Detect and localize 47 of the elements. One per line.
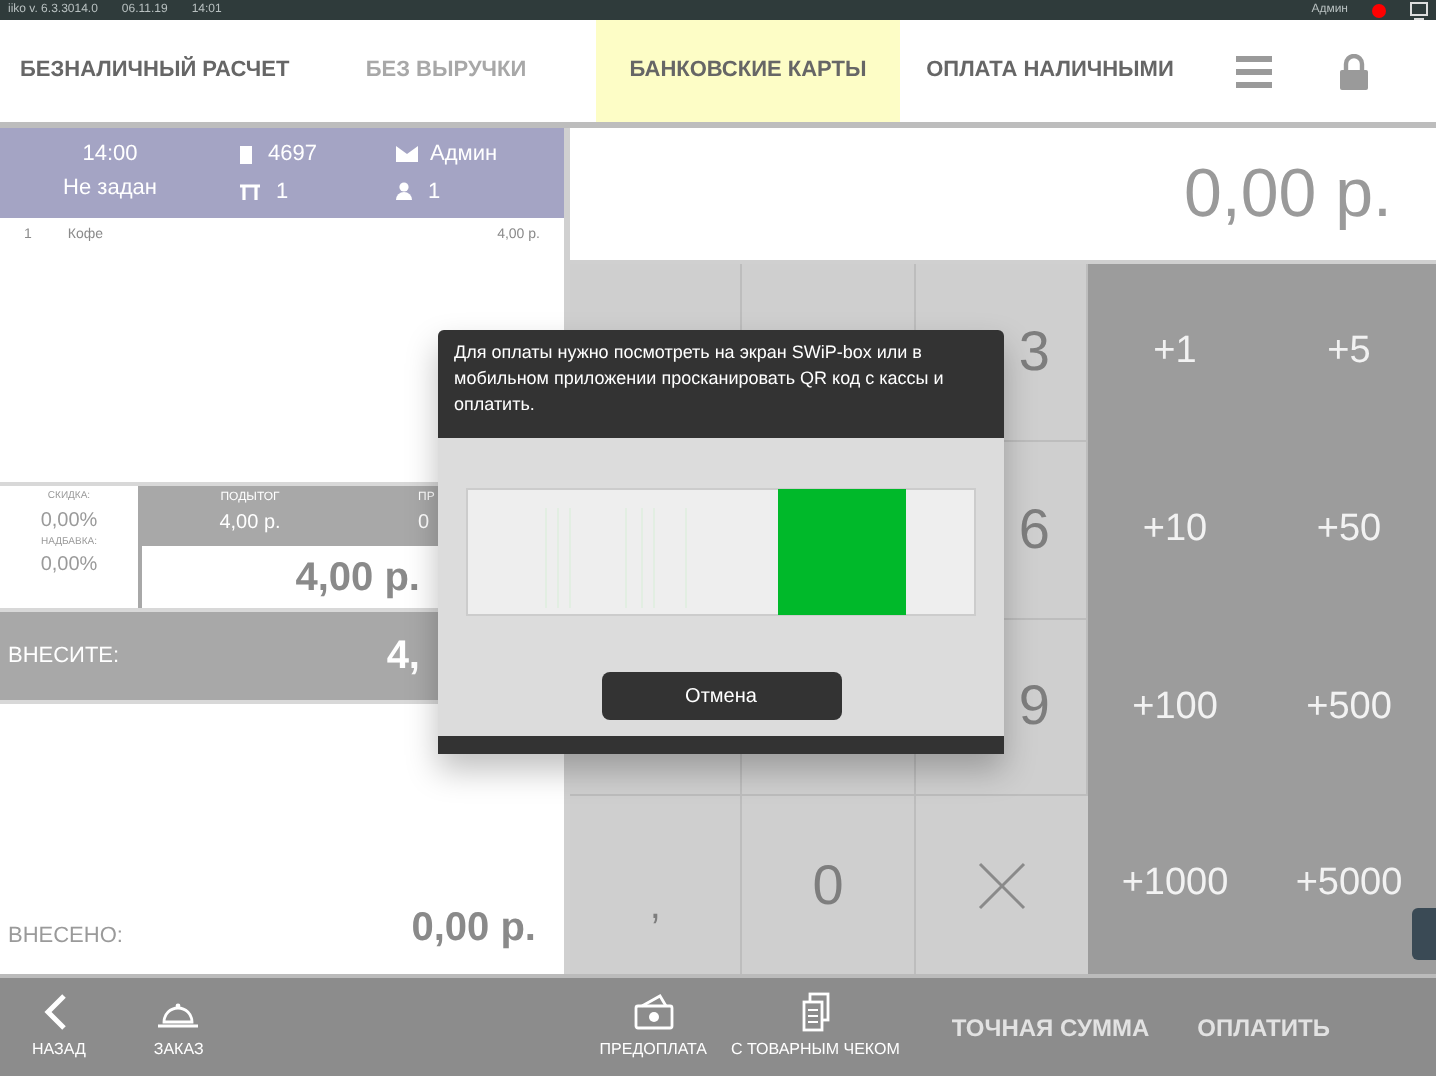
- quick-amount-key[interactable]: +5: [1327, 324, 1371, 382]
- digit-key[interactable]: 6: [1018, 487, 1050, 572]
- dialog-message: Для оплаты нужно посмотреть на экран SWiP-box или в мобильном приложении просканировать QR код с кассы и оплатить.: [454, 340, 946, 418]
- table-icon: [240, 183, 260, 200]
- client-name: Не задан: [63, 173, 157, 203]
- payment-tab[interactable]: БАНКОВСКИЕ КАРТЫ: [596, 20, 900, 122]
- clear-icon[interactable]: [977, 861, 1026, 910]
- quick-amount-key[interactable]: +1000: [1121, 856, 1229, 914]
- table-number: 1: [276, 177, 289, 207]
- digit-key[interactable]: 3: [1018, 309, 1050, 394]
- payment-tab[interactable]: БЕЗНАЛИЧНЫЙ РАСЧЕТ: [0, 20, 296, 122]
- digit-key[interactable]: 9: [1018, 664, 1050, 749]
- order-time: 14:00: [82, 140, 138, 170]
- column-3-value: 0: [418, 510, 432, 538]
- receipt-icon: [240, 145, 252, 164]
- amount-due-label: ВНЕСИТЕ:: [8, 641, 120, 672]
- quick-amount-key[interactable]: +100: [1132, 679, 1218, 737]
- person-icon: [396, 182, 412, 201]
- payment-tab[interactable]: ОПЛАТА НАЛИЧНЫМИ: [900, 20, 1200, 122]
- lock-icon[interactable]: [1338, 53, 1370, 89]
- subtotal-value: 4,00 р.: [219, 510, 281, 538]
- surcharge-value: 0,00%: [40, 552, 98, 580]
- total-value: 4,00 р.: [295, 553, 420, 603]
- guest-count: 1: [428, 177, 441, 207]
- toolbar-button[interactable]: С ТОВАРНЫМ ЧЕКОМ: [731, 992, 900, 1062]
- digit-key[interactable]: ,: [649, 875, 661, 936]
- discount-value: 0,00%: [40, 507, 98, 535]
- quick-amount-key[interactable]: +1: [1153, 324, 1197, 382]
- digit-key[interactable]: 0: [812, 843, 844, 928]
- money-icon: [631, 992, 676, 1032]
- paid-label: ВНЕСЕНО:: [8, 921, 123, 951]
- waiter-icon: [396, 146, 418, 163]
- amount-display-value: 0,00 р.: [1184, 153, 1392, 235]
- paid-value: 0,00 р.: [411, 904, 536, 954]
- waiter-name: Админ: [430, 140, 498, 170]
- menu-icon[interactable]: [1236, 53, 1272, 89]
- quick-amount-key[interactable]: +50: [1316, 501, 1382, 559]
- amount-due-value: 4,: [386, 632, 420, 682]
- quick-amount-key[interactable]: +5000: [1295, 856, 1403, 914]
- toolbar-button[interactable]: ЗАКАЗ: [153, 992, 204, 1062]
- toolbar-button[interactable]: ПРЕДОПЛАТА: [599, 992, 708, 1062]
- quick-amount-key[interactable]: +10: [1142, 501, 1208, 559]
- quick-amount-key[interactable]: +500: [1306, 679, 1392, 737]
- cancel-button[interactable]: Отмена: [601, 672, 841, 720]
- toolbar-button[interactable]: НАЗАД: [32, 992, 86, 1062]
- monitor-icon[interactable]: [1410, 1, 1428, 19]
- order-number: 4697: [268, 140, 317, 170]
